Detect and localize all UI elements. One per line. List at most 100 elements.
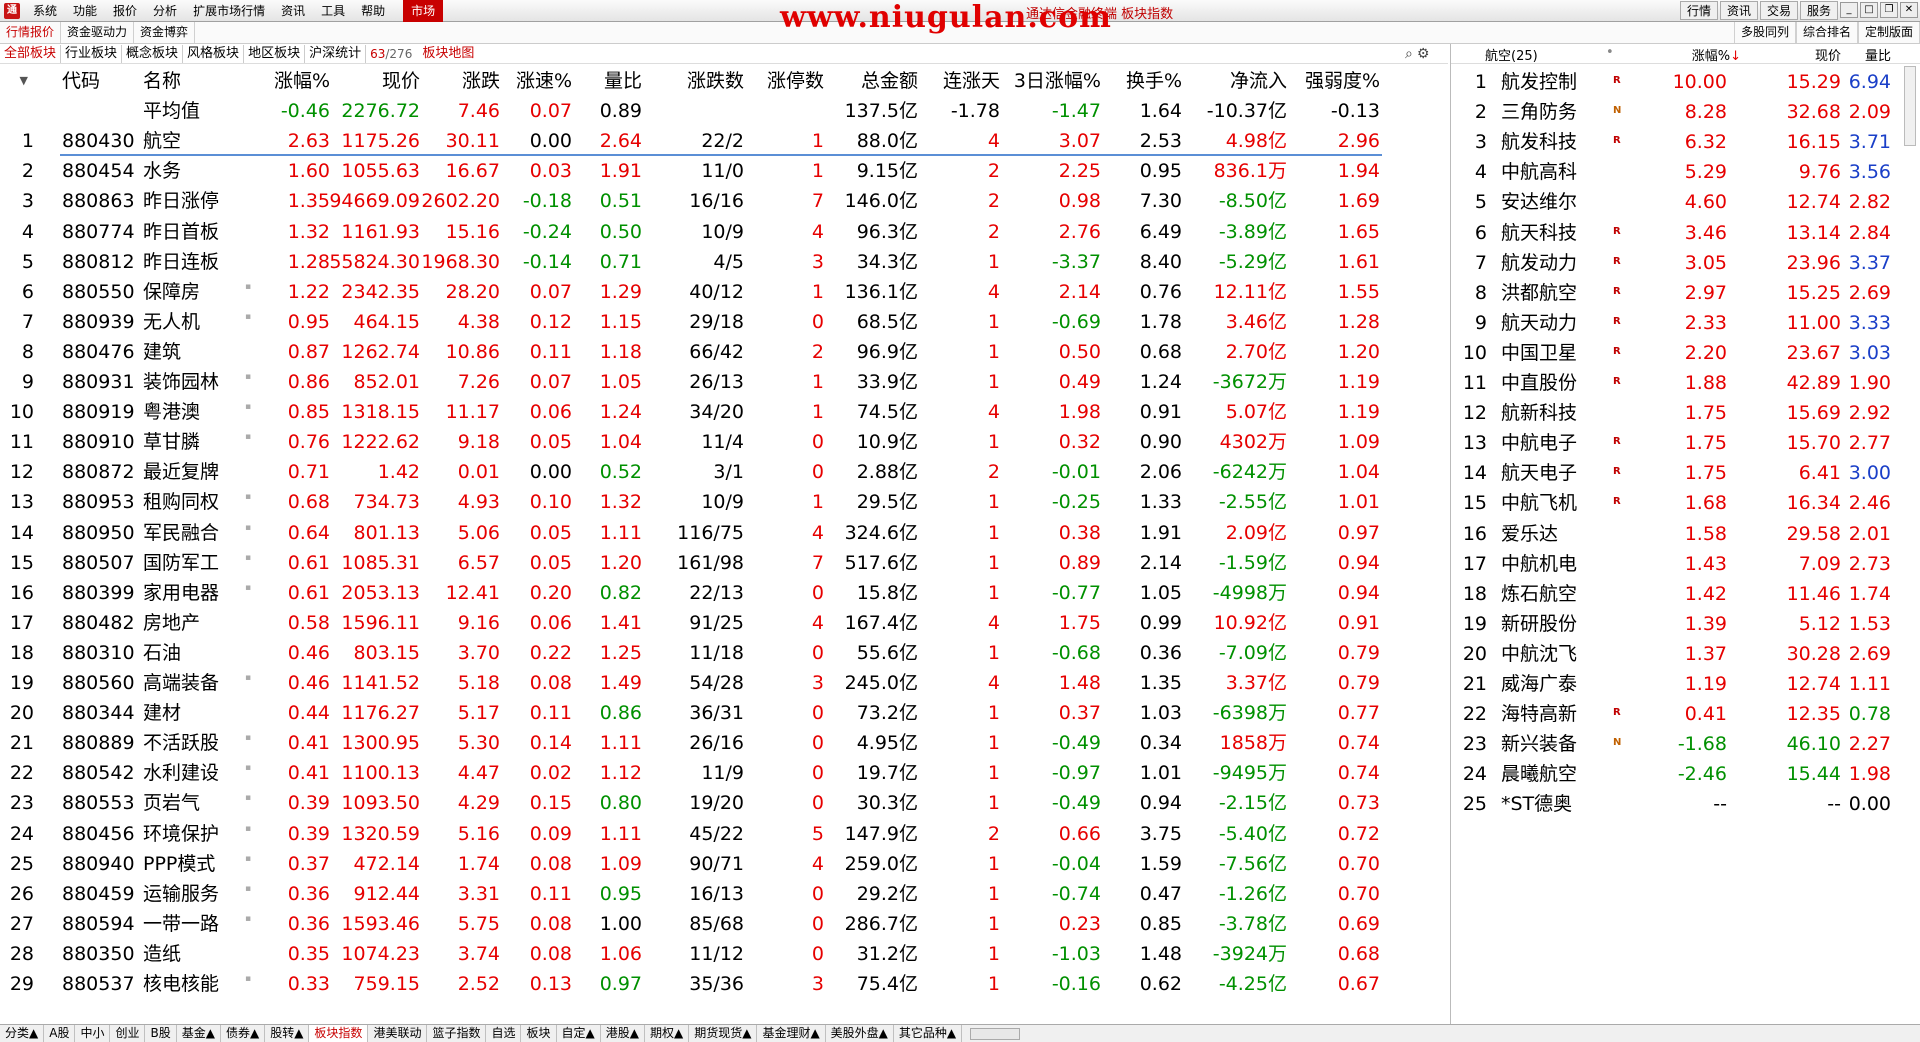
table-row[interactable]: 29 880537 核电核能 0.33 759.15 2.52 0.13 0.97 35/36 3…: [0, 969, 1448, 999]
gear-icon[interactable]: ⚙: [1417, 46, 1430, 62]
stock-row[interactable]: 8 洪都航空 R 2.97 15.25 2.69: [1451, 278, 1911, 308]
stock-row[interactable]: 2 三角防务 N 8.28 32.68 2.09: [1451, 97, 1911, 127]
panel-col-price[interactable]: 现价: [1741, 45, 1841, 64]
market-tab[interactable]: 其它品种▲: [894, 1025, 963, 1042]
category-tab[interactable]: 行业板块: [61, 44, 123, 63]
table-row[interactable]: 19 880560 高端装备 0.46 1141.52 5.18 0.08 1.49 54/28…: [0, 668, 1448, 698]
market-tab[interactable]: 股转▲: [265, 1025, 310, 1042]
stock-row[interactable]: 21 威海广泰 1.19 12.74 1.11: [1451, 669, 1911, 699]
table-row[interactable]: 4 880774 昨日首板 1.32 1161.93 15.16 -0.24 0.50 10/9…: [0, 217, 1448, 247]
market-tab[interactable]: 基金理财▲: [757, 1025, 826, 1042]
market-tab[interactable]: 自定▲: [557, 1025, 601, 1042]
stock-row[interactable]: 16 爱乐达 1.58 29.58 2.01: [1451, 519, 1911, 549]
category-tab[interactable]: 全部板块: [0, 44, 62, 63]
market-tab[interactable]: 板块: [521, 1025, 557, 1042]
table-row[interactable]: 23 880553 页岩气 0.39 1093.50 4.29 0.15 0.80 19/20 0…: [0, 788, 1448, 818]
table-row[interactable]: 21 880889 不活跃股 0.41 1300.95 5.30 0.14 1.11 26/16…: [0, 728, 1448, 758]
top-button[interactable]: 资讯: [1719, 1, 1758, 20]
table-row[interactable]: 10 880919 粤港澳 0.85 1318.15 11.17 0.06 1.24 34/20…: [0, 397, 1448, 427]
menu-item[interactable]: 资讯: [273, 0, 313, 22]
market-tab[interactable]: 篮子指数: [427, 1025, 487, 1042]
table-row[interactable]: 13 880953 租购同权 0.68 734.73 4.93 0.10 1.32 10/9 1 2…: [0, 487, 1448, 517]
stock-row[interactable]: 11 中直股份 R 1.88 42.89 1.90: [1451, 368, 1911, 398]
table-row[interactable]: 14 880950 军民融合 0.64 801.13 5.06 0.05 1.11 116/75…: [0, 518, 1448, 548]
market-tab[interactable]: A股: [44, 1025, 76, 1042]
stock-row[interactable]: 3 航发科技 R 6.32 16.15 3.71: [1451, 127, 1911, 157]
market-tab[interactable]: 创业: [110, 1025, 146, 1042]
table-row[interactable]: 12 880872 最近复牌 0.71 1.42 0.01 0.00 0.52 3/1 0 2.88…: [0, 457, 1448, 487]
stock-row[interactable]: 18 炼石航空 1.42 11.46 1.74: [1451, 579, 1911, 609]
view-tab[interactable]: 行情报价: [0, 22, 62, 43]
minimize-icon[interactable]: _: [1840, 2, 1858, 18]
category-tab[interactable]: 概念板块: [122, 44, 184, 63]
stock-row[interactable]: 20 中航沈飞 1.37 30.28 2.69: [1451, 639, 1911, 669]
market-tab[interactable]: 期货现货▲: [689, 1025, 758, 1042]
stock-row[interactable]: 14 航天电子 R 1.75 6.41 3.00: [1451, 458, 1911, 488]
market-tab[interactable]: B股: [145, 1025, 177, 1042]
table-row[interactable]: 5 880812 昨日连板 1.28 55824.30 1968.30 -0.14 0.71 4…: [0, 247, 1448, 277]
stock-row[interactable]: 10 中国卫星 R 2.20 23.67 3.03: [1451, 338, 1911, 368]
table-row[interactable]: 25 880940 PPP模式 0.37 472.14 1.74 0.08 1.09 90/71…: [0, 849, 1448, 879]
table-row[interactable]: 7 880939 无人机 0.95 464.15 4.38 0.12 1.15 29/18 0 68…: [0, 307, 1448, 337]
menu-item[interactable]: 帮助: [353, 0, 393, 22]
stock-row[interactable]: 13 中航电子 R 1.75 15.70 2.77: [1451, 428, 1911, 458]
horizontal-scrollbar[interactable]: [970, 1027, 1021, 1040]
menu-item[interactable]: 功能: [65, 0, 105, 22]
menu-item[interactable]: 系统: [25, 0, 65, 22]
table-row[interactable]: 18 880310 石油 0.46 803.15 3.70 0.22 1.25 11/18 0 55…: [0, 638, 1448, 668]
category-tab[interactable]: 沪深统计: [305, 44, 367, 63]
market-tab[interactable]: 期权▲: [645, 1025, 690, 1042]
menu-item[interactable]: 工具: [313, 0, 353, 22]
stock-row[interactable]: 25 *ST德奥 -- -- 0.00: [1451, 789, 1911, 819]
table-row[interactable]: 20 880344 建材 0.44 1176.27 5.17 0.11 0.86 36/31 0 7…: [0, 698, 1448, 728]
market-tab[interactable]: 中小: [75, 1025, 111, 1042]
layout-tab[interactable]: 多股同列: [1733, 22, 1796, 43]
table-row[interactable]: 26 880459 运输服务 0.36 912.44 3.31 0.11 0.95 16/13 0…: [0, 879, 1448, 909]
category-tab[interactable]: 风格板块: [183, 44, 245, 63]
stock-row[interactable]: 22 海特高新 R 0.41 12.35 0.78: [1451, 699, 1911, 729]
search-icon[interactable]: ⌕: [1405, 46, 1413, 62]
market-tab[interactable]: 基金▲: [177, 1025, 221, 1042]
table-row[interactable]: 28 880350 造纸 0.35 1074.23 3.74 0.08 1.06 11/12 0 3…: [0, 939, 1448, 969]
top-button[interactable]: 交易: [1759, 1, 1798, 20]
stock-row[interactable]: 23 新兴装备 N -1.68 46.10 2.27: [1451, 729, 1911, 759]
stock-row[interactable]: 6 航天科技 R 3.46 13.14 2.84: [1451, 218, 1911, 248]
market-tab[interactable]: 美股外盘▲: [826, 1025, 894, 1042]
market-tab[interactable]: 港股▲: [601, 1025, 645, 1042]
market-tab[interactable]: 分类▲: [0, 1025, 45, 1042]
menu-market[interactable]: 市场: [403, 0, 444, 22]
top-button[interactable]: 行情: [1679, 1, 1718, 20]
market-tab[interactable]: 板块指数: [309, 1025, 369, 1042]
top-button[interactable]: 服务: [1799, 1, 1838, 20]
category-tab[interactable]: 地区板块: [244, 44, 306, 63]
stock-row[interactable]: 4 中航高科 5.29 9.76 3.56: [1451, 157, 1911, 187]
market-tab[interactable]: 自选: [486, 1025, 522, 1042]
table-row[interactable]: 6 880550 保障房 1.22 2342.35 28.20 0.07 1.29 40/12 1…: [0, 277, 1448, 307]
table-row[interactable]: 3 880863 昨日涨停 1.35 94669.09 2602.20 -0.18 0.51 1…: [0, 186, 1448, 216]
market-tab[interactable]: 港美联动: [368, 1025, 428, 1042]
table-row[interactable]: 11 880910 草甘膦 0.76 1222.62 9.18 0.05 1.04 11/4 0 1…: [0, 427, 1448, 457]
col-header-code[interactable]: 代码: [62, 66, 132, 96]
stock-row[interactable]: 19 新研股份 1.39 5.12 1.53: [1451, 609, 1911, 639]
table-row[interactable]: 15 880507 国防军工 0.61 1085.31 6.57 0.05 1.20 161/9…: [0, 548, 1448, 578]
view-tab[interactable]: 资金博弈: [134, 22, 196, 43]
sector-map-link[interactable]: 板块地图: [418, 45, 478, 63]
menu-item[interactable]: 分析: [145, 0, 185, 22]
layout-tab[interactable]: 定制版面: [1857, 22, 1920, 43]
market-tab[interactable]: 债券▲: [221, 1025, 266, 1042]
layout-tab[interactable]: 综合排名: [1795, 22, 1858, 43]
table-row[interactable]: 17 880482 房地产 0.58 1596.11 9.16 0.06 1.41 91/25 4…: [0, 608, 1448, 638]
menu-item[interactable]: 报价: [105, 0, 145, 22]
stock-row[interactable]: 5 安达维尔 4.60 12.74 2.82: [1451, 187, 1911, 217]
stock-row[interactable]: 1 航发控制 R 10.00 15.29 6.94: [1451, 67, 1911, 97]
stock-row[interactable]: 12 航新科技 1.75 15.69 2.92: [1451, 398, 1911, 428]
sort-toggle-icon[interactable]: ▼: [14, 66, 28, 96]
view-tab[interactable]: 资金驱动力: [61, 22, 135, 43]
menu-item[interactable]: 扩展市场行情: [185, 0, 273, 22]
table-row[interactable]: 9 880931 装饰园林 0.86 852.01 7.26 0.07 1.05 26/13 1 3…: [0, 367, 1448, 397]
stock-row[interactable]: 15 中航飞机 R 1.68 16.34 2.46: [1451, 488, 1911, 518]
stock-row[interactable]: 7 航发动力 R 3.05 23.96 3.37: [1451, 248, 1911, 278]
table-row[interactable]: 22 880542 水利建设 0.41 1100.13 4.47 0.02 1.12 11/9 0…: [0, 758, 1448, 788]
maximize-icon[interactable]: ❐: [1880, 2, 1898, 18]
table-row[interactable]: 24 880456 环境保护 0.39 1320.59 5.16 0.09 1.11 45/22…: [0, 819, 1448, 849]
